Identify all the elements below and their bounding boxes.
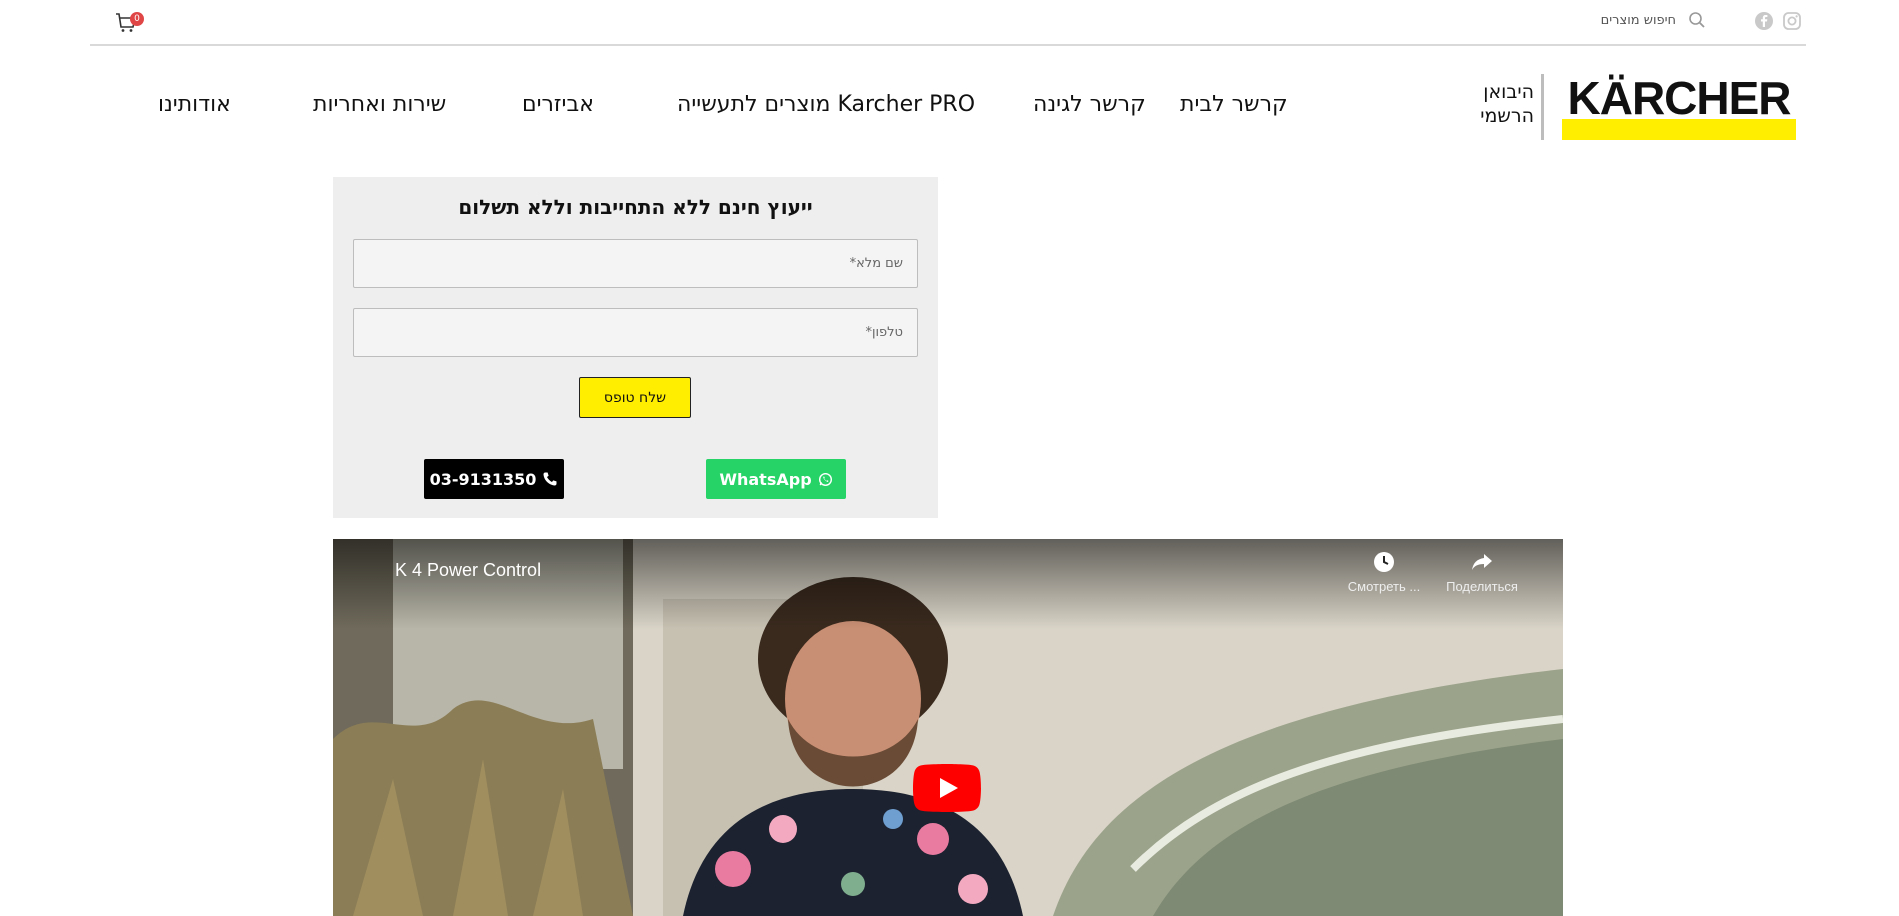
top-bar: 0 חיפוש מוצרים (90, 0, 1806, 46)
phone-field[interactable] (353, 308, 918, 357)
video-title: K 4 Power Control (395, 560, 542, 580)
watch-later-label: Смотреть ... (1347, 579, 1421, 594)
cart-count-badge: 0 (130, 12, 144, 26)
nav-about[interactable]: אודותינו (158, 92, 231, 117)
nav-garden-karcher[interactable]: קרשר לגינה (1033, 92, 1146, 117)
official-importer-label: היבואן הרשמי (1464, 80, 1534, 128)
whatsapp-button[interactable]: WhatsApp (706, 459, 846, 499)
whatsapp-icon (818, 472, 832, 486)
site-header: KÄRCHER היבואן הרשמי קרשר לבית קרשר לגינ… (90, 48, 1806, 168)
svg-text:KÄRCHER: KÄRCHER (1568, 72, 1792, 124)
nav-home-karcher[interactable]: קרשר לבית (1180, 92, 1288, 117)
logo-divider (1541, 74, 1544, 140)
phone-number-label: 03-9131350 (429, 469, 537, 489)
instagram-icon[interactable] (1782, 11, 1802, 31)
form-title: ייעוץ חינם ללא התחייבות וללא תשלום (458, 195, 813, 219)
search-label: חיפוש מוצרים (1600, 12, 1676, 28)
main-nav: קרשר לבית קרשר לגינה מוצרים לתעשייה Karc… (120, 92, 1320, 122)
call-phone-button[interactable]: 03-9131350 (424, 459, 564, 499)
product-search[interactable]: חיפוש מוצרים (1601, 11, 1706, 29)
karcher-logo[interactable]: KÄRCHER (1562, 72, 1796, 140)
watch-later-button[interactable]: Смотреть ... (1339, 551, 1429, 594)
nav-accessories[interactable]: אביזרים (522, 92, 594, 117)
youtube-video-embed[interactable]: K 4 Power Control Смотреть ... Поделитьс… (333, 539, 1563, 916)
youtube-play-icon (913, 764, 981, 812)
share-button[interactable]: Поделиться (1437, 551, 1527, 594)
video-thumbnail (333, 539, 1563, 916)
share-label: Поделиться (1446, 579, 1518, 594)
importer-line-1: היבואן (1483, 81, 1534, 103)
social-links (1754, 11, 1802, 31)
search-icon (1689, 12, 1705, 28)
consultation-form: ייעוץ חינם ללא התחייבות וללא תשלום שלח ט… (333, 177, 938, 518)
share-icon (1472, 554, 1492, 570)
whatsapp-label: WhatsApp (719, 469, 812, 489)
importer-line-2: הרשמי (1480, 105, 1534, 127)
nav-industry-pro[interactable]: מוצרים לתעשייה Karcher PRO (677, 92, 975, 117)
phone-icon (543, 472, 557, 486)
clock-icon (1374, 552, 1394, 572)
cart-button[interactable]: 0 (112, 8, 144, 34)
nav-service-warranty[interactable]: שירות ואחריות (313, 92, 446, 117)
page: 0 חיפוש מוצרים KÄRCHER היבואן הרשמי קרשר… (0, 0, 1899, 916)
submit-form-button[interactable]: שלח טופס (579, 377, 691, 418)
full-name-field[interactable] (353, 239, 918, 288)
facebook-icon[interactable] (1754, 11, 1774, 31)
play-button[interactable] (913, 764, 981, 812)
